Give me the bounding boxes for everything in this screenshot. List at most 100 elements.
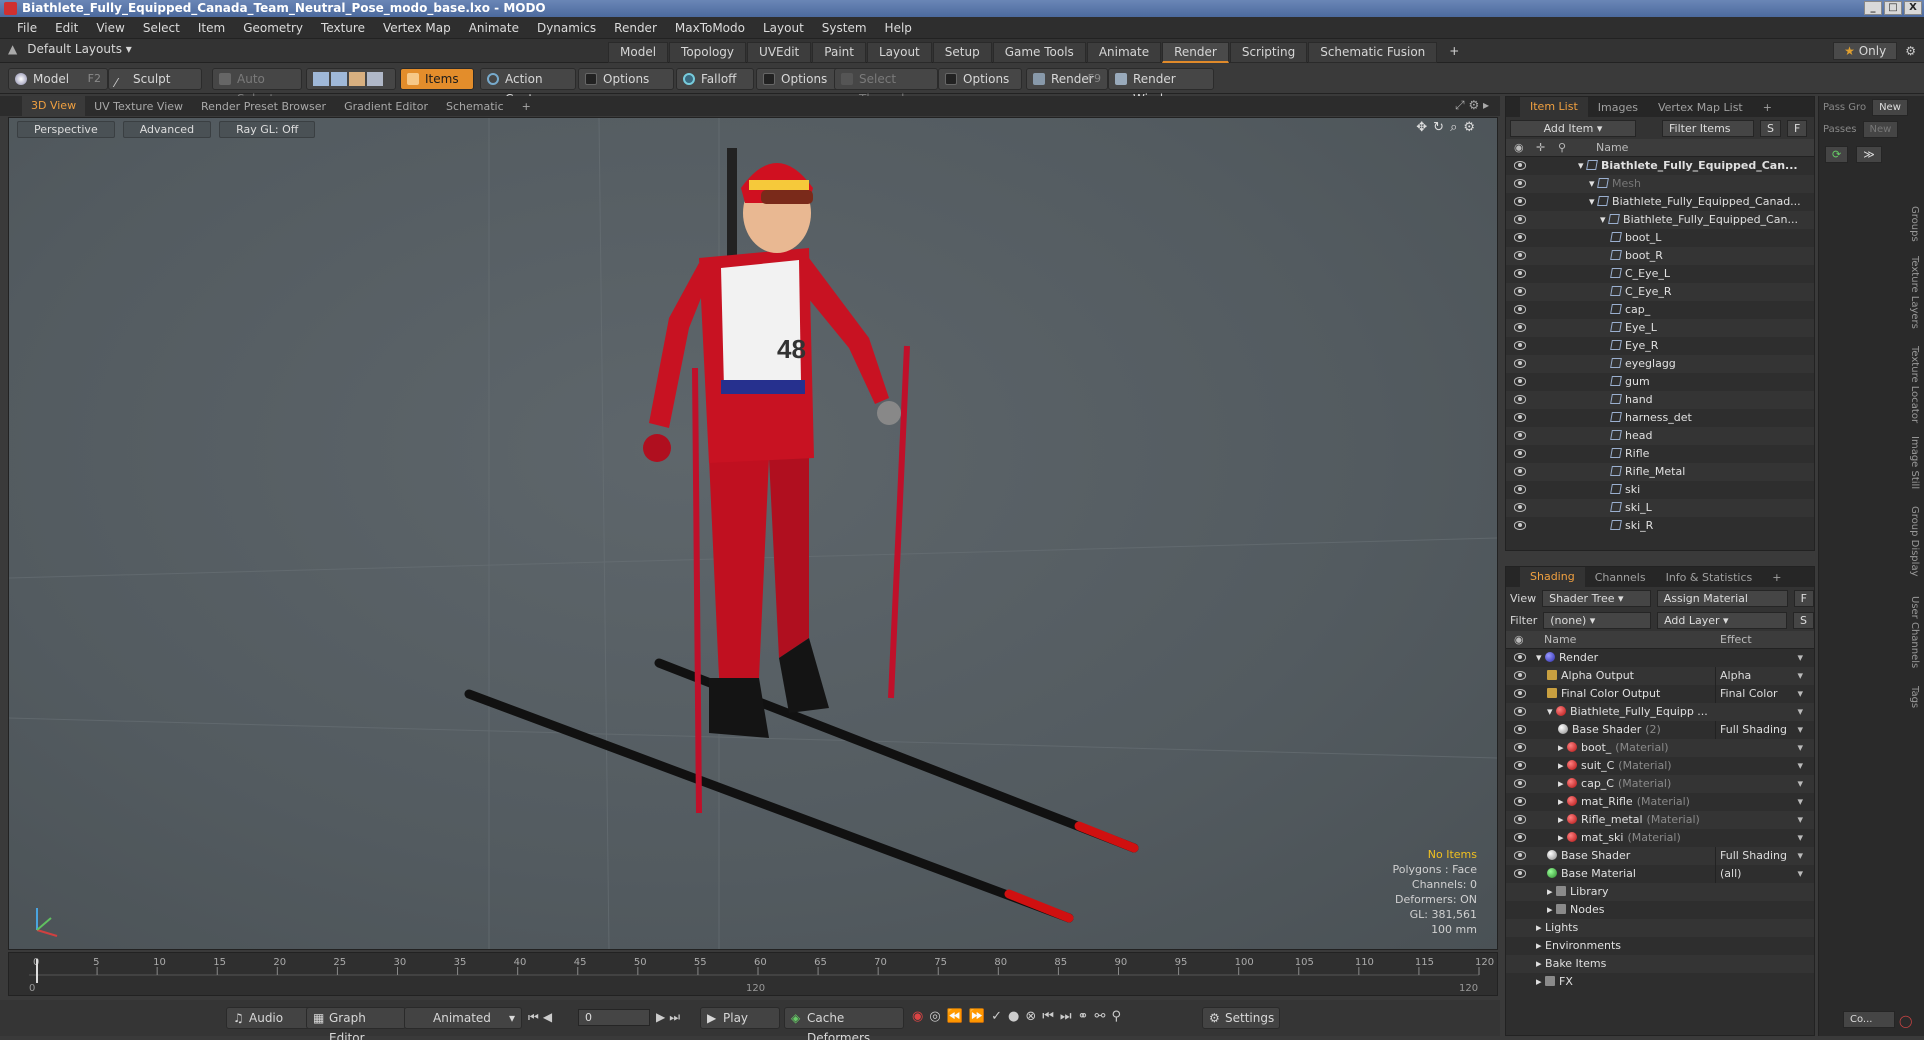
item-list-row[interactable]: ski_L [1506,499,1814,517]
visibility-eye-icon[interactable] [1514,521,1526,530]
expand-arrow-icon[interactable]: ▸ [1547,903,1556,916]
filter-icon[interactable]: ⚲ [1111,1009,1127,1024]
menu-geometry[interactable]: Geometry [234,21,312,35]
tab-uv-texture-view[interactable]: UV Texture View [85,100,192,113]
item-list-row[interactable]: cap_ [1506,301,1814,319]
record-icon[interactable]: ◎ [929,1009,946,1024]
shader-tree-row[interactable]: Alpha Output Alpha [1506,667,1814,685]
key-icon[interactable]: ◉ [912,1009,929,1024]
effect-dropdown[interactable]: Full Shading [1715,721,1805,739]
menu-item[interactable]: Item [189,21,234,35]
chevron-right-icon[interactable]: ▸ [1483,98,1489,112]
expand-arrow-icon[interactable]: ▸ [1558,831,1567,844]
shader-tree-row[interactable]: ▸ Lights [1506,919,1814,937]
shader-tree-row[interactable]: ▸ Library [1506,883,1814,901]
expand-arrow-icon[interactable]: ▸ [1558,759,1567,772]
shader-tree-row[interactable]: ▾ Render [1506,649,1814,667]
menu-render[interactable]: Render [605,21,666,35]
shader-tree-row[interactable]: ▸ Nodes [1506,901,1814,919]
visibility-eye-icon[interactable] [1514,779,1526,788]
shader-tree-row[interactable]: ▸ suit_C (Material) [1506,757,1814,775]
item-list-row[interactable]: C_Eye_R [1506,283,1814,301]
expand-arrow-icon[interactable]: ▸ [1558,741,1567,754]
visibility-eye-icon[interactable] [1514,743,1526,752]
item-list-row[interactable]: gum [1506,373,1814,391]
visibility-eye-icon[interactable] [1514,815,1526,824]
next-frame-icon[interactable]: ⏭ [1060,1009,1078,1024]
settings-button[interactable]: ⚙ Settings [1202,1007,1280,1029]
audio-button[interactable]: ♫ Audio [226,1007,310,1029]
close-button[interactable]: X [1904,1,1922,15]
item-list-row[interactable]: ▾ Biathlete_Fully_Equipped_Canad... [1506,193,1814,211]
menu-dynamics[interactable]: Dynamics [528,21,605,35]
menu-help[interactable]: Help [876,21,921,35]
item-list-row[interactable]: Eye_R [1506,337,1814,355]
visibility-eye-icon[interactable] [1514,305,1526,314]
tab-images[interactable]: Images [1588,101,1648,114]
effect-dropdown[interactable]: Alpha [1715,667,1805,685]
add-tab-button[interactable]: + [1438,42,1470,63]
tab-scripting[interactable]: Scripting [1229,42,1308,63]
item-list-row[interactable]: ▾ Biathlete_Fully_Equipped_Can... [1506,157,1814,175]
expand-arrow-icon[interactable]: ▸ [1547,885,1556,898]
visibility-eye-icon[interactable] [1514,323,1526,332]
auto-key-icon[interactable]: ● [1008,1009,1025,1024]
add-shading-tab-button[interactable]: + [1762,571,1791,584]
add-item-dropdown[interactable]: Add Item ▾ [1510,119,1636,137]
command-field[interactable]: Co... [1843,1011,1895,1028]
shader-tree-row[interactable]: ▾ Biathlete_Fully_Equipp ... [1506,703,1814,721]
shading-f-button[interactable]: F [1793,589,1814,607]
f-button[interactable]: F [1786,119,1808,137]
item-list-row[interactable]: boot_L [1506,229,1814,247]
forward-icon[interactable]: ≫ [1856,146,1882,163]
visibility-eye-icon[interactable] [1514,359,1526,368]
auto-select-button[interactable]: Auto Select [212,68,302,106]
tab-vertex-map-list[interactable]: Vertex Map List [1648,101,1753,114]
visibility-eye-icon[interactable] [1514,197,1526,206]
filter-items-field[interactable]: Filter Items [1662,119,1754,137]
cache-deformers-button[interactable]: ◈ Cache Deformers [784,1007,904,1040]
prev-frame-icon[interactable]: ⏮ [1042,1009,1060,1024]
expand-arrow-icon[interactable]: ▾ [1589,177,1598,190]
link-icon[interactable]: ⚯ [1095,1009,1112,1024]
action-center-options-button[interactable]: Options [578,68,674,90]
tab-model[interactable]: Model [608,42,669,63]
visibility-eye-icon[interactable] [1514,179,1526,188]
effect-dropdown[interactable]: (all) [1715,865,1805,883]
refresh-icon[interactable]: ⟳ [1825,146,1849,163]
tab-channels[interactable]: Channels [1585,571,1656,584]
visibility-eye-icon[interactable] [1514,161,1526,170]
vtab-texture-locator[interactable]: Texture Locator [1906,346,1920,423]
visibility-eye-icon[interactable] [1514,377,1526,386]
visibility-eye-icon[interactable] [1514,725,1526,734]
tab-info-statistics[interactable]: Info & Statistics [1656,571,1763,584]
visibility-eye-icon[interactable] [1514,287,1526,296]
falloff-button[interactable]: Falloff [676,68,754,90]
menu-edit[interactable]: Edit [46,21,87,35]
expand-arrow-icon[interactable]: ▸ [1558,813,1567,826]
menu-system[interactable]: System [813,21,876,35]
render-button[interactable]: Render F9 [1026,68,1108,90]
tab-uvedit[interactable]: UVEdit [747,42,812,63]
name-column-header[interactable]: Name [1596,139,1628,157]
maximize-button[interactable]: □ [1884,1,1902,15]
materials-mode-icon[interactable] [367,72,383,86]
expand-arrow-icon[interactable]: ▸ [1536,939,1545,952]
item-list-row[interactable]: ski [1506,481,1814,499]
visibility-eye-icon[interactable] [1514,689,1526,698]
skip-to-start-icon[interactable]: ⏮ [528,1010,543,1024]
tab-schematic[interactable]: Schematic [437,100,513,113]
shader-name-column-header[interactable]: Name [1544,631,1576,649]
shader-tree-row[interactable]: ▸ mat_ski (Material) [1506,829,1814,847]
visibility-eye-icon[interactable] [1514,341,1526,350]
visibility-eye-icon[interactable] [1514,467,1526,476]
gear-icon[interactable]: ⚙ [1905,44,1916,58]
select-through-button[interactable]: Select Through [834,68,938,106]
shader-tree-row[interactable]: Final Color Output Final Color [1506,685,1814,703]
graph-editor-button[interactable]: ▦ Graph Editor [306,1007,406,1040]
item-list-row[interactable]: eyeglagg [1506,355,1814,373]
expand-arrow-icon[interactable]: ▾ [1578,159,1587,172]
effect-dropdown[interactable]: Full Shading [1715,847,1805,865]
filter-dropdown[interactable]: (none) ▾ [1543,611,1652,629]
shading-s-button[interactable]: S [1793,611,1814,629]
